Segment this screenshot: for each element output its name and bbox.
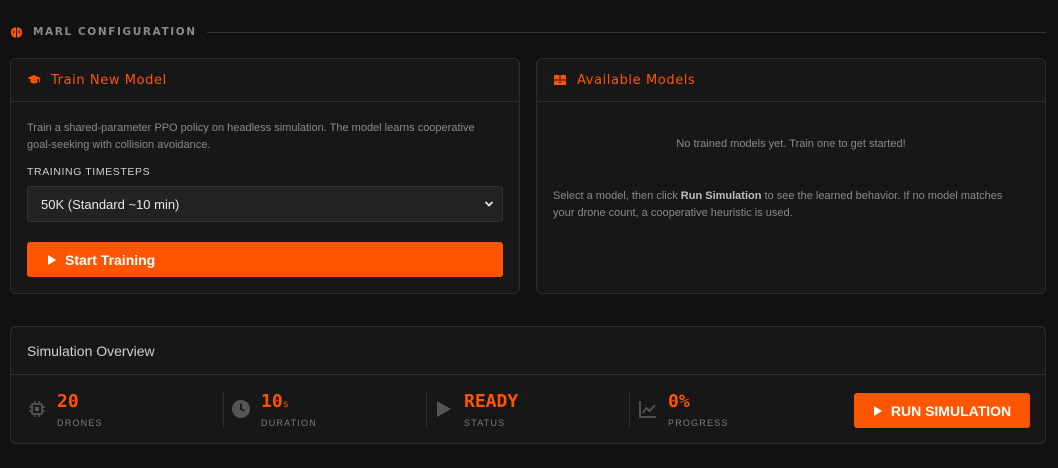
stat-divider xyxy=(426,392,427,428)
train-card-title: Train New Model xyxy=(51,72,167,88)
stat-status-value: READY xyxy=(464,391,519,412)
available-models-card: Available Models No trained models yet. … xyxy=(536,58,1046,294)
stat-drones-label: DRONES xyxy=(57,418,103,428)
timesteps-label: TRAINING TIMESTEPS xyxy=(27,166,151,178)
section-title: MARL CONFIGURATION xyxy=(33,26,197,38)
start-training-label: Start Training xyxy=(65,251,156,268)
section-divider xyxy=(206,31,1046,33)
stat-drones: 20 DRONES xyxy=(27,392,103,428)
boxes-icon xyxy=(554,75,566,85)
graduation-cap-icon xyxy=(27,75,41,84)
stat-status-label: STATUS xyxy=(464,418,506,428)
section-header: MARL CONFIGURATION xyxy=(10,24,1046,40)
stat-duration-unit: s xyxy=(282,399,289,410)
play-icon xyxy=(437,401,451,417)
stat-status: READY STATUS xyxy=(434,392,518,428)
models-card-title: Available Models xyxy=(577,72,696,88)
overview-stats: 20 DRONES 10s DURATION READY STATUS 0% P… xyxy=(11,376,1045,444)
hint-prefix: Select a model, then click xyxy=(553,190,681,202)
timesteps-selected-value: 50K (Standard ~10 min) xyxy=(41,196,180,212)
stat-duration: 10s DURATION xyxy=(231,392,317,428)
simulation-overview-card: Simulation Overview 20 DRONES 10s DURATI… xyxy=(10,326,1046,444)
run-simulation-button[interactable]: RUN SIMULATION xyxy=(854,393,1030,428)
play-icon xyxy=(873,405,882,416)
start-training-button[interactable]: Start Training xyxy=(27,242,503,277)
run-simulation-label: RUN SIMULATION xyxy=(890,402,1012,419)
stat-duration-label: DURATION xyxy=(261,418,317,428)
overview-header: Simulation Overview xyxy=(11,327,1045,375)
stat-progress: 0% PROGRESS xyxy=(638,392,729,428)
brain-icon xyxy=(10,26,23,38)
chip-icon xyxy=(29,401,45,417)
chevron-down-icon xyxy=(484,201,494,207)
stat-progress-value: 0% xyxy=(668,391,690,412)
train-card-header: Train New Model xyxy=(11,59,519,102)
models-empty-message: No trained models yet. Train one to get … xyxy=(676,138,906,150)
stat-progress-label: PROGRESS xyxy=(668,418,729,428)
stat-divider xyxy=(223,392,224,428)
train-description: Train a shared-parameter PPO policy on h… xyxy=(27,122,475,151)
clock-icon xyxy=(232,400,250,418)
overview-title: Simulation Overview xyxy=(27,342,155,359)
hint-emphasis: Run Simulation xyxy=(680,190,762,202)
stat-duration-value: 10 xyxy=(261,391,283,412)
chart-line-icon xyxy=(639,401,656,418)
models-hint: Select a model, then click Run Simulatio… xyxy=(553,188,1013,222)
stat-divider xyxy=(629,392,630,428)
models-card-header: Available Models xyxy=(537,59,1045,102)
train-model-card: Train New Model Train a shared-parameter… xyxy=(10,58,520,294)
timesteps-select[interactable]: 50K (Standard ~10 min) xyxy=(27,186,503,222)
stat-drones-value: 20 xyxy=(57,391,79,412)
play-icon xyxy=(48,254,56,265)
